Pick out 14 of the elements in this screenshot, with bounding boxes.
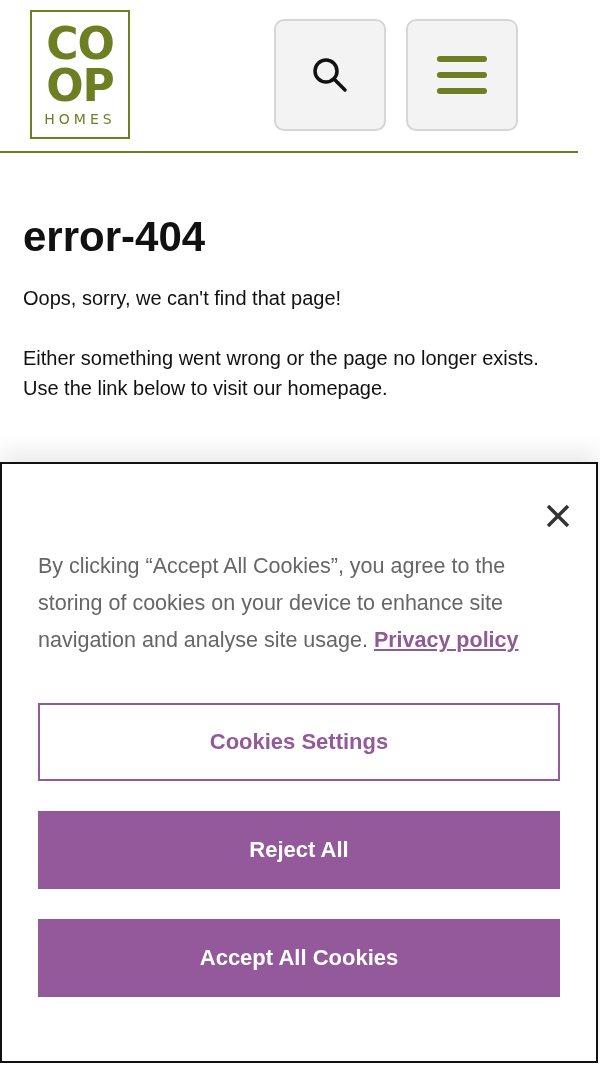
logo[interactable]: CO OP HOMES <box>30 10 130 139</box>
close-icon <box>546 504 570 528</box>
cookie-button[interactable]: Cookies Settings <box>38 703 560 781</box>
menu-button[interactable] <box>406 18 518 131</box>
page-title: error-404 <box>23 213 207 261</box>
paragraph: Oops, sorry, we can't find that page! <box>23 286 343 311</box>
cookie-button[interactable]: Reject All <box>38 811 560 889</box>
paragraph: Either something went wrong or the page no longer exists. Use the link below to visit our homepage. <box>23 346 540 401</box>
privacy-policy-link[interactable]: Privacy policy <box>373 628 519 652</box>
cookie-text: By clicking “Accept All Cookies”, you agree to the storing of cookies on your device to enhance site navigation and analyse site usage. Privacy policy <box>38 553 520 654</box>
menu-icon <box>437 55 487 94</box>
search-icon <box>311 55 349 94</box>
search-button[interactable] <box>274 18 386 131</box>
cookie-button[interactable]: Accept All Cookies <box>38 919 560 997</box>
